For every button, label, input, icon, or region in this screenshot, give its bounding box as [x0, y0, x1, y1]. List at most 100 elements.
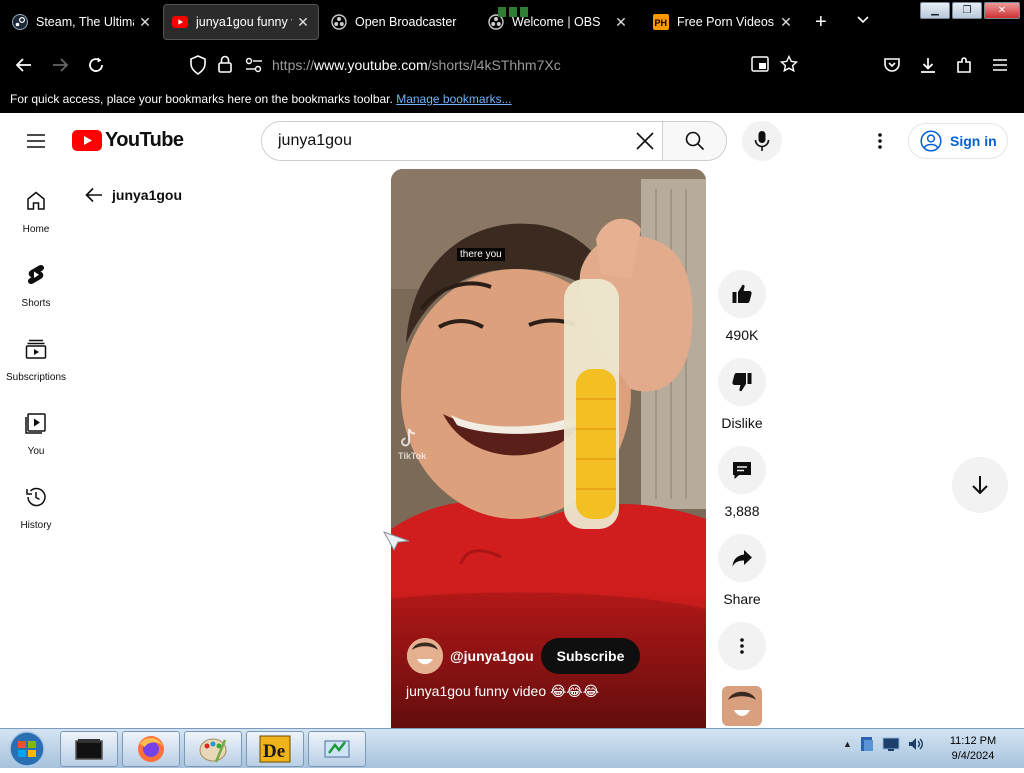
- dislike-button[interactable]: [718, 358, 766, 406]
- terminal-icon: [75, 739, 103, 760]
- taskbar-app-firefox[interactable]: [122, 731, 180, 767]
- tray-app-icon[interactable]: [859, 735, 875, 753]
- extensions-icon[interactable]: [952, 53, 976, 77]
- tab-ph[interactable]: PH Free Porn Videos & ✕: [645, 4, 801, 40]
- tracking-protection-icon[interactable]: [189, 55, 207, 80]
- share-button[interactable]: [718, 534, 766, 582]
- guide-item-you[interactable]: You: [0, 391, 72, 465]
- pocket-icon[interactable]: [880, 53, 904, 77]
- close-tab-icon[interactable]: ✕: [614, 14, 628, 31]
- like-count: 490K: [725, 327, 759, 343]
- sign-in-label: Sign in: [950, 133, 997, 149]
- new-tab-icon[interactable]: +: [815, 12, 827, 32]
- network-icon[interactable]: [882, 736, 900, 752]
- youtube-logo-icon: [72, 130, 102, 151]
- taskbar-app-terminal[interactable]: [60, 731, 118, 767]
- channel-handle[interactable]: @junya1gou: [450, 648, 534, 664]
- more-actions[interactable]: [714, 622, 770, 670]
- bookmarks-toolbar: For quick access, place your bookmarks h…: [0, 86, 1024, 113]
- list-tabs-icon[interactable]: [856, 12, 870, 31]
- reload-icon[interactable]: [84, 53, 108, 77]
- more-vert-icon: [740, 638, 744, 654]
- guide-item-subscriptions[interactable]: Subscriptions: [0, 317, 72, 391]
- channel-avatar[interactable]: [407, 638, 443, 674]
- comments-action[interactable]: 3,888: [714, 446, 770, 519]
- thumbs-down-icon: [732, 373, 752, 392]
- bookmarks-prompt: For quick access, place your bookmarks h…: [10, 92, 393, 106]
- close-tab-icon[interactable]: ✕: [138, 14, 152, 31]
- taskbar-app-paint[interactable]: [184, 731, 242, 767]
- arrow-down-icon: [972, 476, 988, 495]
- share-action[interactable]: Share: [714, 534, 770, 607]
- taskbar-app-de[interactable]: De: [246, 731, 304, 767]
- manage-bookmarks-link[interactable]: Manage bookmarks...: [396, 92, 511, 106]
- guide-item-history[interactable]: History: [0, 465, 72, 539]
- obs-icon: [331, 14, 347, 30]
- video-title[interactable]: junya1gou funny video 😂😂😂: [406, 683, 599, 700]
- guide-label: You: [27, 446, 45, 457]
- youtube-logo-text: YouTube: [105, 129, 184, 151]
- comments-button[interactable]: [718, 446, 766, 494]
- firefox-icon: [138, 736, 164, 762]
- site-permissions-icon[interactable]: [245, 57, 263, 78]
- back-icon[interactable]: [12, 53, 36, 77]
- close-tab-icon[interactable]: ✕: [779, 14, 793, 31]
- window-controls: ▁ ❐ ✕: [920, 2, 1020, 19]
- monitor-app-icon: [324, 740, 350, 758]
- paint-palette-icon: [199, 738, 227, 763]
- taskbar-clock[interactable]: 11:12 PM 9/4/2024: [934, 734, 1012, 764]
- picture-in-picture-icon[interactable]: [751, 56, 769, 77]
- svg-text:De: De: [263, 741, 285, 762]
- guide-item-shorts[interactable]: Shorts: [0, 243, 72, 317]
- app-menu-icon[interactable]: [988, 53, 1012, 77]
- more-actions-button[interactable]: [718, 622, 766, 670]
- share-label: Share: [723, 591, 761, 607]
- home-icon: [27, 191, 45, 210]
- close-tab-icon[interactable]: ✕: [296, 14, 310, 31]
- guide-menu-icon[interactable]: [24, 129, 48, 153]
- bookmark-star-icon[interactable]: [779, 54, 799, 78]
- close-window-button[interactable]: ✕: [984, 2, 1020, 19]
- sign-in-button[interactable]: Sign in: [908, 123, 1008, 159]
- shorts-player[interactable]: there you TikTok @junya1gou Subscribe ju…: [391, 169, 706, 728]
- start-button[interactable]: [4, 730, 50, 768]
- guide-label: Shorts: [21, 298, 51, 309]
- mouse-cursor: [382, 531, 411, 556]
- tiktok-watermark: TikTok: [398, 427, 426, 461]
- search-button[interactable]: [662, 122, 726, 160]
- maximize-button[interactable]: ❐: [952, 2, 982, 19]
- lock-icon[interactable]: [218, 55, 232, 78]
- subscribe-button[interactable]: Subscribe: [540, 638, 641, 674]
- tab-steam[interactable]: Steam, The Ultimat ✕: [4, 4, 160, 40]
- downloads-icon[interactable]: [916, 53, 940, 77]
- show-hidden-icons-icon[interactable]: ▲: [843, 739, 852, 749]
- url-text[interactable]: https://www.youtube.com/shorts/l4kSThhm7…: [272, 57, 561, 73]
- minimize-button[interactable]: ▁: [920, 2, 950, 19]
- taskbar-app-monitor[interactable]: [308, 731, 366, 767]
- voice-search-button[interactable]: [742, 121, 782, 161]
- forward-icon[interactable]: [48, 53, 72, 77]
- windows-taskbar: De ▲ 11:12 PM 9/4/2024: [0, 728, 1024, 768]
- dislike-action[interactable]: Dislike: [714, 358, 770, 431]
- youtube-logo[interactable]: YouTube: [72, 129, 184, 152]
- guide-label: History: [20, 520, 52, 531]
- like-action[interactable]: 490K: [714, 270, 770, 343]
- subscriptions-icon: [25, 339, 47, 359]
- clear-search-icon[interactable]: [634, 130, 656, 152]
- remix-thumbnail[interactable]: [722, 686, 762, 726]
- volume-icon[interactable]: [907, 735, 925, 753]
- guide-item-home[interactable]: Home: [0, 169, 72, 243]
- tab-youtube[interactable]: junya1gou funny vi ✕: [163, 4, 319, 40]
- like-button[interactable]: [718, 270, 766, 318]
- share-icon: [732, 550, 752, 567]
- back-to-search-button[interactable]: junya1gou: [84, 185, 182, 205]
- tab-obs[interactable]: Open Broadcaster: [323, 4, 473, 40]
- next-video-button[interactable]: [952, 457, 1008, 513]
- steam-icon: [12, 14, 28, 30]
- url-bar[interactable]: https://www.youtube.com/shorts/l4kSThhm7…: [185, 50, 815, 80]
- url-scheme: https://: [272, 57, 315, 73]
- search-input[interactable]: [262, 122, 647, 160]
- microphone-icon: [754, 131, 770, 151]
- settings-more-icon[interactable]: [868, 129, 892, 153]
- masthead: YouTube Sign in: [0, 113, 1024, 169]
